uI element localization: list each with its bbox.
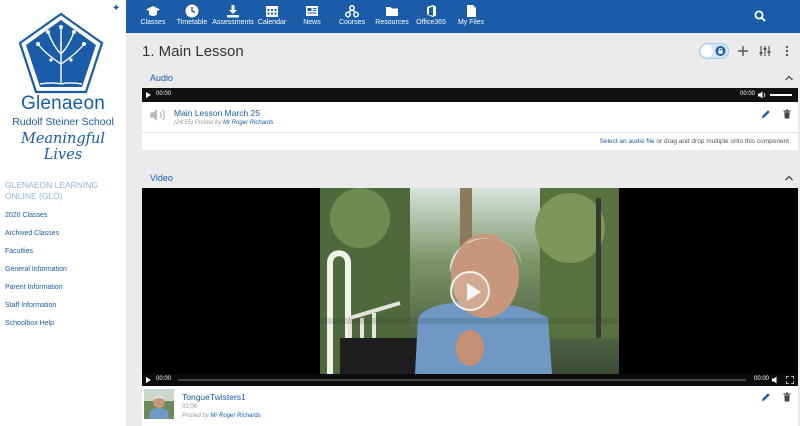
video-item-title[interactable]: TongueTwisters1 xyxy=(182,392,246,402)
video-duration: 00:00 xyxy=(754,376,770,382)
download-icon xyxy=(227,5,239,18)
video-progress-bar[interactable] xyxy=(178,379,746,381)
play-icon xyxy=(467,283,481,301)
sidebar-item-faculties[interactable]: Faculties xyxy=(5,248,67,266)
nav-news[interactable]: News xyxy=(296,0,328,33)
sidebar-item-schoolbox-help[interactable]: Schoolbox Help xyxy=(5,320,67,338)
video-current-time: 00:00 xyxy=(156,376,172,382)
chevron-up-icon[interactable] xyxy=(784,173,794,183)
brand-tagline: Meaningful Lives xyxy=(20,131,105,163)
audio-card: Main Lesson March 25 (24:55) Posted by M… xyxy=(142,102,798,150)
posted-by-label: Posted by xyxy=(182,413,209,419)
video-thumbnail[interactable] xyxy=(144,389,174,419)
search-icon[interactable] xyxy=(754,10,766,22)
card-divider xyxy=(142,132,798,133)
select-audio-link[interactable]: Select an audio file xyxy=(600,138,655,145)
play-icon[interactable] xyxy=(146,92,151,98)
plus-icon[interactable] xyxy=(736,44,750,58)
volume-slider[interactable] xyxy=(770,94,792,96)
audio-item-duration: (24:55) xyxy=(174,120,194,126)
video-card: TongueTwisters1 02:06 Posted by Mr Roger… xyxy=(142,386,798,426)
edit-mode-toggle[interactable] xyxy=(699,43,729,59)
video-player[interactable]: 00:00 00:00 xyxy=(142,188,798,386)
video-item-meta: Posted by Mr Roger Richards xyxy=(182,413,261,419)
network-icon xyxy=(345,5,359,18)
audio-item-author[interactable]: Mr Roger Richards xyxy=(223,120,273,126)
nav-timetable[interactable]: Timetable xyxy=(174,0,210,33)
chevron-up-icon[interactable] xyxy=(784,73,794,83)
speaker-icon xyxy=(150,109,166,121)
nav-office365[interactable]: Office365 xyxy=(414,0,448,33)
audio-item-title[interactable]: Main Lesson March 25 xyxy=(174,108,260,118)
audio-section-header[interactable]: Audio xyxy=(142,70,798,86)
sidebar-heading: GLENAEON LEARNING ONLINE (GLO) xyxy=(5,180,99,201)
top-nav-bar: Classes Timetable Assessments Calendar N… xyxy=(126,0,800,33)
sidebar: ✦ Glenaeon Rudolf Steiner School Meaning… xyxy=(0,0,126,426)
nav-label: My Files xyxy=(457,19,485,26)
volume-icon[interactable] xyxy=(758,91,767,99)
nav-classes[interactable]: Classes xyxy=(136,0,170,33)
audio-section-title: Audio xyxy=(150,73,174,83)
sidebar-item-2020-classes[interactable]: 2020 Classes xyxy=(5,212,67,230)
nav-label: Office365 xyxy=(416,19,446,26)
folder-icon xyxy=(386,7,398,16)
fullscreen-icon[interactable] xyxy=(786,376,794,384)
posted-by-label: Posted by xyxy=(194,120,222,126)
sidebar-item-archived-classes[interactable]: Archived Classes xyxy=(5,230,67,248)
nav-label: Timetable xyxy=(176,19,208,26)
video-section-title: Video xyxy=(150,173,173,183)
brand-name: Glenaeon xyxy=(20,93,105,114)
drag-drop-hint: or drag and drop multiple onto this comp… xyxy=(654,138,789,145)
nav-label: Resources xyxy=(375,19,409,26)
nav-calendar[interactable]: Calendar xyxy=(256,0,288,33)
video-item-duration: 02:06 xyxy=(182,404,198,410)
play-icon[interactable] xyxy=(146,377,151,383)
play-overlay-button[interactable] xyxy=(450,271,490,311)
volume-icon[interactable] xyxy=(772,376,781,384)
sidebar-item-staff-information[interactable]: Staff Information xyxy=(5,302,67,320)
nav-my-files[interactable]: My Files xyxy=(454,0,488,33)
video-item-author[interactable]: Mr Roger Richards xyxy=(210,413,260,419)
nav-resources[interactable]: Resources xyxy=(374,0,410,33)
nav-label: News xyxy=(303,19,321,26)
audio-upload-hint: Select an audio file or drag and drop mu… xyxy=(600,138,789,145)
pencil-icon[interactable] xyxy=(761,109,771,119)
audio-current-time: 00:00 xyxy=(156,91,172,97)
lock-icon xyxy=(715,46,726,56)
nav-courses[interactable]: Courses xyxy=(334,0,370,33)
video-controls[interactable]: 00:00 00:00 xyxy=(142,374,798,386)
audio-player[interactable]: 00:00 00:00 xyxy=(142,88,798,102)
nav-label: Courses xyxy=(338,19,366,26)
page-title: 1. Main Lesson xyxy=(142,43,244,60)
newspaper-icon xyxy=(306,6,318,16)
mortarboard-icon xyxy=(146,6,160,16)
office-icon xyxy=(427,5,436,17)
nav-label: Assessments xyxy=(212,19,254,26)
pencil-icon[interactable] xyxy=(761,392,771,402)
nav-label: Classes xyxy=(140,19,166,26)
sliders-icon[interactable] xyxy=(758,44,772,58)
nav-label: Calendar xyxy=(257,19,287,26)
sidebar-item-parent-information[interactable]: Parent Information xyxy=(5,284,67,302)
audio-item-meta: (24:55) Posted by Mr Roger Richards xyxy=(174,120,273,126)
toggle-knob xyxy=(701,45,713,57)
trash-icon[interactable] xyxy=(782,109,792,119)
brand-subtitle: Rudolf Steiner School xyxy=(12,116,114,128)
nav-assessments[interactable]: Assessments xyxy=(212,0,254,33)
sidebar-item-general-information[interactable]: General Information xyxy=(5,266,67,284)
files-icon xyxy=(467,5,476,17)
sidebar-nav: 2020 Classes Archived Classes Faculties … xyxy=(5,212,67,338)
clock-icon xyxy=(185,4,199,18)
audio-duration: 00:00 xyxy=(740,91,756,97)
trash-icon[interactable] xyxy=(782,392,792,402)
video-section-header[interactable]: Video xyxy=(142,170,798,186)
pin-icon[interactable]: ✦ xyxy=(112,3,120,14)
more-vertical-icon[interactable] xyxy=(780,44,794,58)
school-logo[interactable] xyxy=(18,12,104,94)
calendar-icon xyxy=(266,6,278,17)
